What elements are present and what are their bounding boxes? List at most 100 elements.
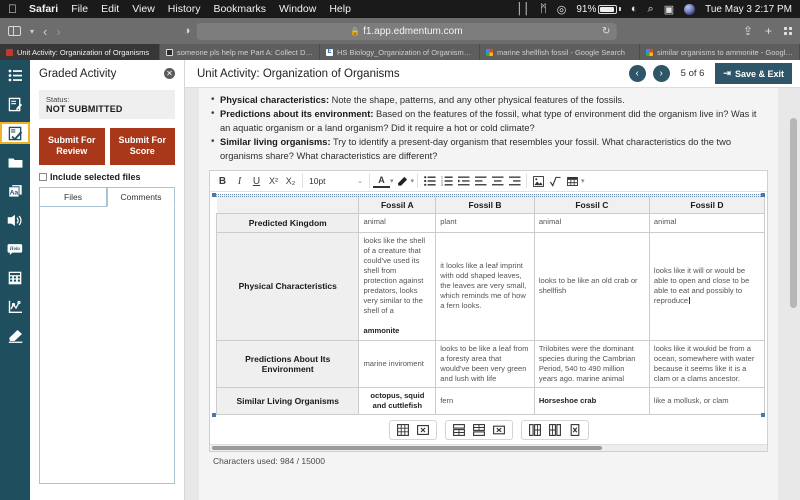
comments-pane[interactable] (39, 205, 175, 484)
align-right-button[interactable] (506, 173, 523, 190)
italic-button[interactable]: I (231, 173, 248, 190)
scrollbar-thumb[interactable] (790, 118, 797, 308)
align-center-button[interactable] (489, 173, 506, 190)
graph-icon[interactable] (3, 296, 27, 318)
reload-icon[interactable]: ↻ (602, 26, 610, 37)
text-color-button[interactable]: A (373, 175, 390, 188)
cell-environment-b[interactable]: looks to be like a leaf from a foresty a… (435, 339, 535, 388)
cell-kingdom-b[interactable]: plant (435, 213, 535, 234)
insert-equation-button[interactable] (547, 173, 564, 190)
insert-row-before-icon[interactable] (452, 423, 466, 437)
cell-kingdom-d[interactable]: animal (648, 213, 766, 234)
selection-handle-bottom-left[interactable] (212, 412, 216, 417)
activity-scroll-area[interactable]: Physical characteristics: Note the shape… (185, 88, 800, 500)
superscript-button[interactable]: X² (265, 173, 282, 190)
cell-physical-b[interactable]: it looks like a leaf imprint with odd sh… (435, 232, 535, 341)
address-bar[interactable]: 🔒 f1.app.edmentum.com ↻ (196, 22, 617, 40)
text-to-speech-icon[interactable] (3, 209, 27, 231)
cell-environment-a[interactable]: marine inviroment (358, 339, 437, 388)
bold-button[interactable]: B (214, 173, 231, 190)
cell-similar-a[interactable]: octopus, squid and cuttlefish (358, 386, 437, 415)
browser-tab-1[interactable]: someone pls help me Part A: Collect Dat.… (160, 44, 320, 60)
numbered-list-button[interactable]: 123 (438, 173, 455, 190)
apple-logo-icon[interactable]:  (8, 3, 17, 15)
forward-button-icon[interactable]: › (56, 25, 60, 38)
scrollbar-thumb[interactable] (212, 446, 602, 451)
cell-similar-b[interactable]: fern (435, 386, 535, 415)
submit-for-review-button[interactable]: Submit For Review (39, 128, 105, 165)
delete-row-icon[interactable] (492, 423, 506, 437)
control-center-icon[interactable]: ▣ (664, 3, 674, 16)
menu-item-file[interactable]: File (71, 3, 88, 15)
menu-item-bookmarks[interactable]: Bookmarks (213, 3, 266, 15)
clock-datetime[interactable]: Tue May 3 2:17 PM (705, 4, 792, 15)
insert-table-button[interactable] (564, 173, 581, 190)
cell-physical-c[interactable]: looks to be like an old crab or shellfis… (533, 232, 650, 341)
page-vertical-scrollbar[interactable] (790, 118, 797, 500)
editor-horizontal-scrollbar[interactable] (210, 443, 767, 451)
save-and-exit-button[interactable]: ⇥ Save & Exit (715, 63, 792, 84)
cell-kingdom-a[interactable]: animal (358, 213, 437, 234)
menu-item-history[interactable]: History (168, 3, 201, 15)
wifi-icon[interactable]: ◐ (631, 3, 638, 15)
font-size-select[interactable]: 10pt ⌄ (306, 176, 366, 186)
menu-item-window[interactable]: Window (279, 3, 316, 15)
indent-button[interactable] (455, 173, 472, 190)
assignment-edit-icon[interactable] (3, 93, 27, 115)
tab-files[interactable]: Files (39, 186, 107, 207)
cell-similar-d[interactable]: like a mollusk, or clam (648, 386, 766, 415)
editor-table-region[interactable]: Fossil A Fossil B Fossil C Fossil D Pred… (210, 192, 767, 417)
battery-status[interactable]: 91% (576, 4, 621, 15)
insert-image-button[interactable] (530, 173, 547, 190)
selection-handle-right[interactable] (761, 193, 765, 198)
insert-column-before-icon[interactable] (528, 423, 542, 437)
time-machine-icon[interactable]: ◎ (557, 3, 567, 16)
tab-comments[interactable]: Comments (107, 186, 175, 207)
cell-physical-a[interactable]: looks like the shell of a creature that … (358, 232, 437, 341)
highlight-color-button[interactable] (394, 173, 411, 190)
underline-button[interactable]: U (248, 173, 265, 190)
cell-environment-c[interactable]: Trilobites were the dominant species dur… (533, 339, 650, 388)
tab-overview-icon[interactable] (784, 27, 792, 35)
back-button-icon[interactable]: ‹ (43, 25, 47, 38)
table-properties-icon[interactable] (396, 423, 410, 437)
chevron-down-icon[interactable]: ▾ (581, 177, 585, 185)
graded-activity-icon[interactable] (0, 122, 30, 144)
menu-item-safari[interactable]: Safari (29, 3, 58, 15)
cell-physical-d[interactable]: looks like it will or would be able to o… (648, 232, 766, 341)
list-icon[interactable] (3, 64, 27, 86)
align-left-button[interactable] (472, 173, 489, 190)
menu-item-view[interactable]: View (132, 3, 155, 15)
new-tab-icon[interactable]: + (765, 24, 772, 38)
selection-handle-left[interactable] (212, 193, 216, 198)
include-selected-files-row[interactable]: Include selected files (39, 172, 175, 182)
bluetooth-icon[interactable]: ᛗ (540, 3, 547, 15)
sidebar-toggle-icon[interactable] (8, 25, 21, 37)
cell-environment-d[interactable]: looks like it woukid be from a ocean, so… (648, 339, 766, 388)
insert-row-after-icon[interactable] (472, 423, 486, 437)
selection-handle-bottom-right[interactable] (761, 412, 765, 417)
sidebar-chevron-down-icon[interactable]: ▾ (30, 27, 34, 36)
browser-tab-3[interactable]: marine shellfish fossil - Google Search (480, 44, 640, 60)
submit-for-score-button[interactable]: Submit For Score (109, 128, 175, 165)
menu-item-edit[interactable]: Edit (101, 3, 119, 15)
insert-column-after-icon[interactable] (548, 423, 562, 437)
close-icon[interactable]: ✕ (164, 68, 175, 79)
bullet-list-button[interactable] (421, 173, 438, 190)
airplay-icon[interactable]: ││ (516, 3, 530, 15)
cell-similar-c[interactable]: Horseshoe crab (533, 386, 650, 415)
browser-tab-0[interactable]: Unit Activity: Organization of Organisms (0, 44, 160, 60)
delete-table-icon[interactable] (416, 423, 430, 437)
cell-kingdom-c[interactable]: animal (533, 213, 650, 234)
browser-tab-2[interactable]: E HS Biology_Organization of Organisms_V… (320, 44, 480, 60)
folder-icon[interactable] (3, 151, 27, 173)
spotlight-search-icon[interactable]: ⌕ (648, 3, 654, 16)
include-files-checkbox[interactable] (39, 172, 47, 181)
translate-icon[interactable]: Hola (3, 238, 27, 260)
highlighter-icon[interactable] (3, 325, 27, 347)
glossary-icon[interactable]: Aa (3, 180, 27, 202)
menu-item-help[interactable]: Help (329, 3, 351, 15)
siri-icon[interactable] (684, 3, 696, 15)
fossil-table[interactable]: Fossil A Fossil B Fossil C Fossil D Pred… (215, 196, 766, 415)
browser-tab-4[interactable]: similar organisms to ammonite - Google..… (640, 44, 800, 60)
